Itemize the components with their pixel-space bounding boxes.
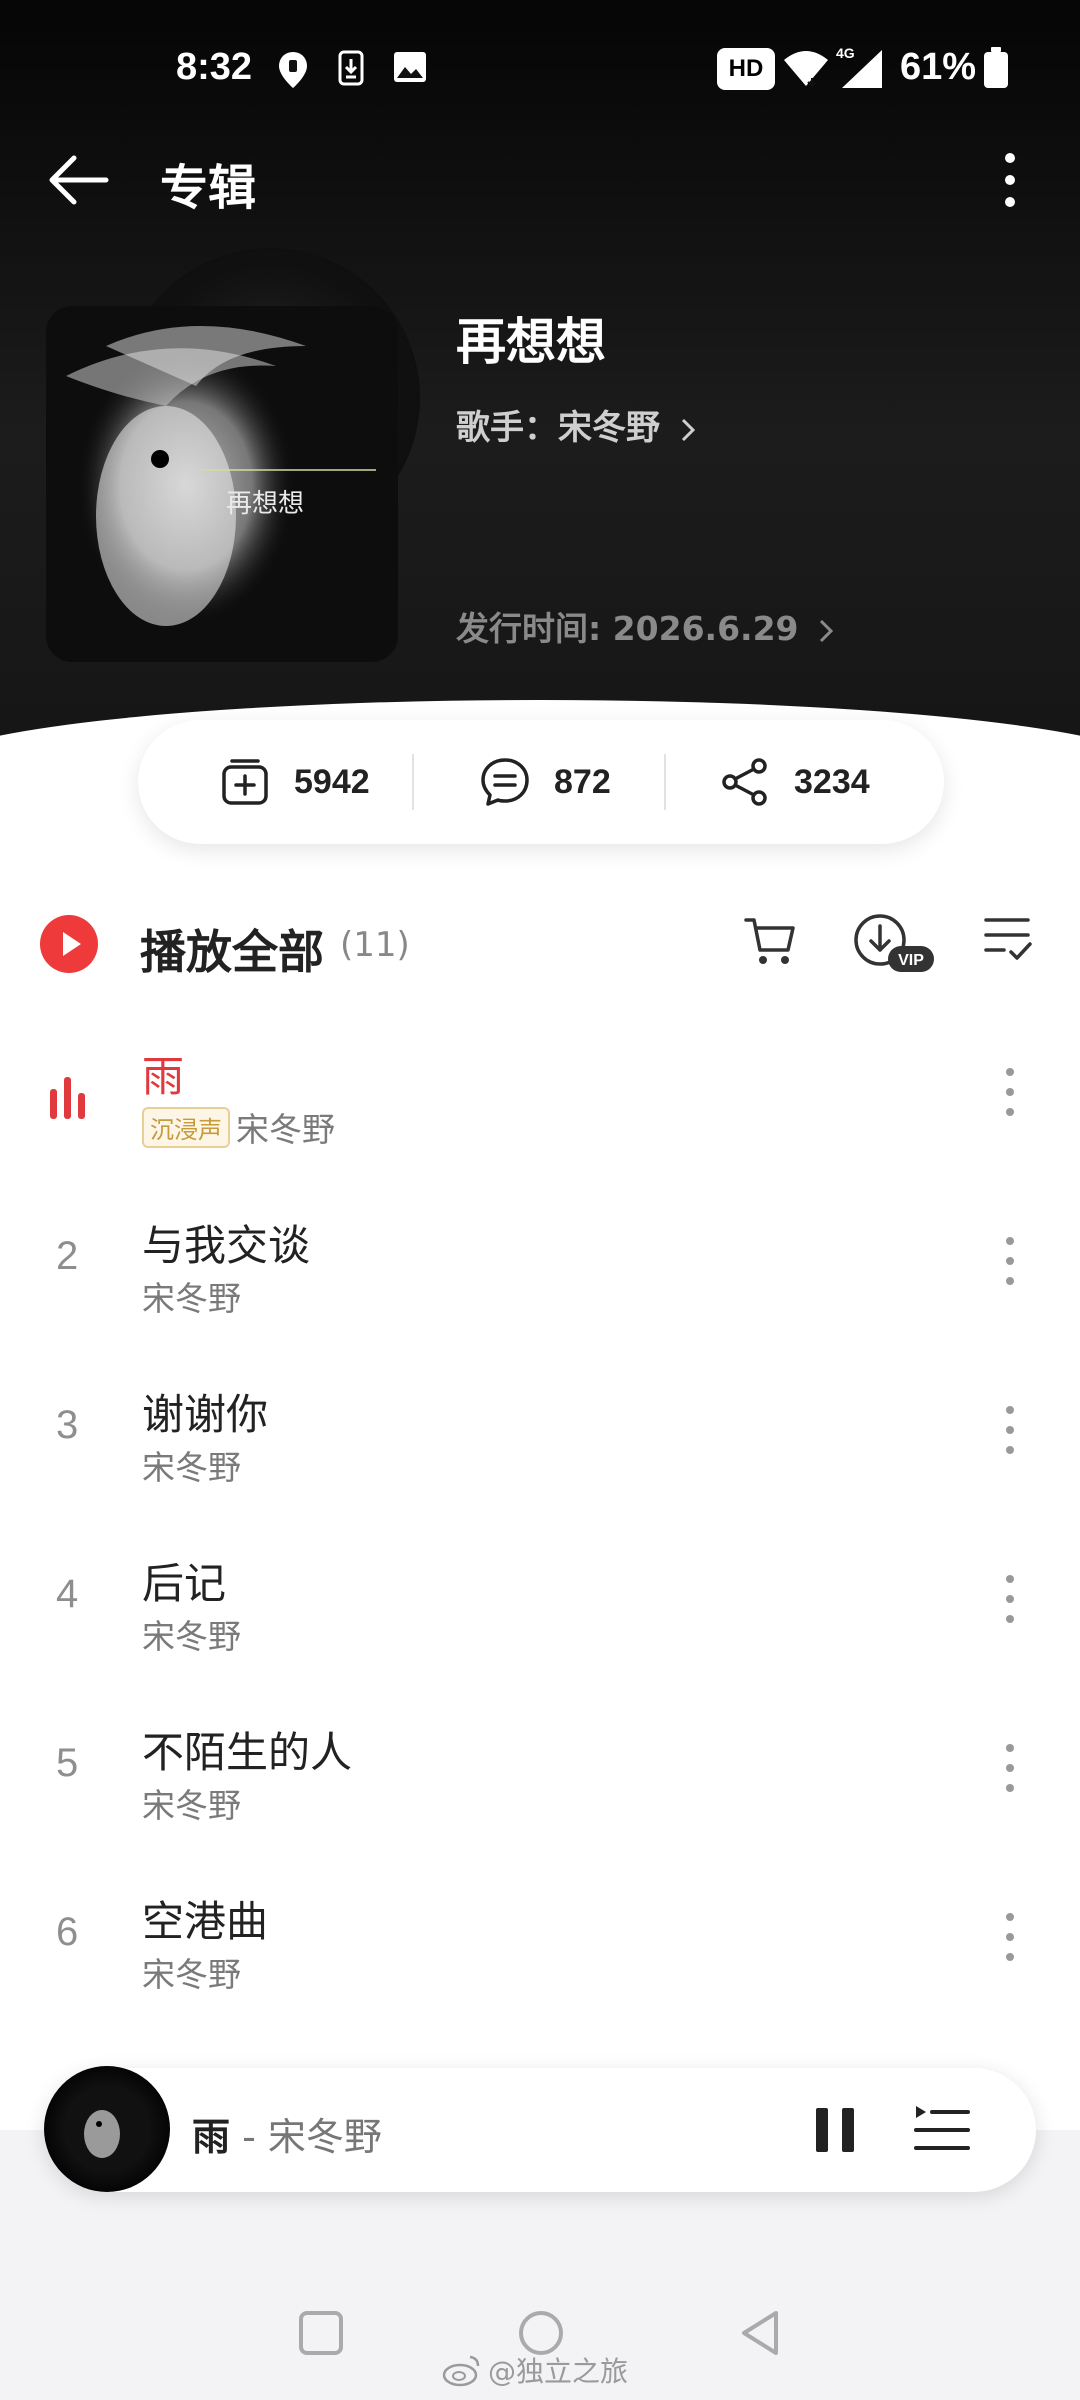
mini-player-album-art[interactable] bbox=[44, 2066, 170, 2192]
comment-count: 872 bbox=[554, 762, 611, 801]
album-stats-bar: 5942 872 3234 bbox=[138, 720, 944, 844]
hd-badge: HD bbox=[717, 48, 775, 90]
track-number: 2 bbox=[56, 1234, 79, 1278]
artist-link[interactable]: 歌手：宋冬野 bbox=[456, 400, 698, 449]
page-title: 专辑 bbox=[160, 160, 257, 216]
comments-button[interactable]: 872 bbox=[478, 720, 611, 844]
track-row[interactable]: 5 不陌生的人 宋冬野 bbox=[0, 1691, 1080, 1861]
album-cover[interactable]: 再想想 bbox=[46, 306, 398, 662]
cellular-signal-icon: 4G bbox=[836, 45, 882, 88]
track-subtitle: 宋冬野 bbox=[142, 1441, 241, 1489]
track-more-icon[interactable] bbox=[990, 1733, 1030, 1803]
track-number: 5 bbox=[56, 1741, 79, 1785]
back-nav-icon[interactable] bbox=[736, 2308, 784, 2358]
watermark: @独立之旅 bbox=[442, 2350, 628, 2390]
track-subtitle: 沉浸声 宋冬野 bbox=[142, 1103, 335, 1151]
track-title: 不陌生的人 bbox=[142, 1728, 353, 1777]
mini-player-separator: - bbox=[230, 2115, 268, 2159]
image-notification-icon bbox=[394, 52, 426, 82]
mini-player-track-info: 雨 - 宋冬野 bbox=[192, 2106, 382, 2161]
download-vip-icon[interactable]: VIP bbox=[852, 910, 938, 976]
divider bbox=[664, 754, 666, 810]
weibo-logo-icon bbox=[442, 2355, 480, 2387]
watermark-text: @独立之旅 bbox=[488, 2355, 629, 2388]
mini-player-song: 雨 bbox=[192, 2115, 231, 2159]
track-artist: 宋冬野 bbox=[142, 1786, 241, 1825]
track-artist: 宋冬野 bbox=[142, 1279, 241, 1318]
track-row[interactable]: 3 谢谢你 宋冬野 bbox=[0, 1353, 1080, 1523]
album-cover-text: 再想想 bbox=[226, 489, 304, 519]
track-number: 3 bbox=[56, 1403, 79, 1447]
track-row[interactable]: 2 与我交谈 宋冬野 bbox=[0, 1184, 1080, 1354]
release-date: 发行时间: 2026.6.29 bbox=[456, 609, 799, 648]
track-artist: 宋冬野 bbox=[142, 1617, 241, 1656]
play-icon bbox=[63, 932, 81, 956]
collect-button[interactable]: 5942 bbox=[218, 720, 370, 844]
track-subtitle: 宋冬野 bbox=[142, 1779, 241, 1827]
now-playing-bars-icon bbox=[50, 1077, 85, 1119]
wifi-icon bbox=[784, 51, 828, 88]
track-more-icon[interactable] bbox=[990, 1395, 1030, 1465]
play-all-row: 播放全部 (11) VIP bbox=[0, 880, 1080, 1010]
immersive-audio-badge: 沉浸声 bbox=[142, 1106, 230, 1148]
top-bar: 专辑 bbox=[0, 130, 1080, 226]
track-number: 6 bbox=[56, 1910, 79, 1954]
download-notification-icon bbox=[338, 50, 364, 86]
playlist-icon[interactable] bbox=[910, 2098, 974, 2162]
track-artist: 宋冬野 bbox=[142, 1448, 241, 1487]
mini-player[interactable]: 雨 - 宋冬野 bbox=[44, 2066, 1036, 2192]
track-subtitle: 宋冬野 bbox=[142, 1610, 241, 1658]
share-button[interactable]: 3234 bbox=[718, 720, 870, 844]
chevron-right-icon bbox=[681, 418, 695, 441]
chevron-right-icon bbox=[819, 619, 834, 642]
battery-percent: 61% bbox=[900, 46, 977, 88]
track-number: 4 bbox=[56, 1572, 79, 1616]
track-artist: 宋冬野 bbox=[236, 1110, 335, 1149]
track-title: 空港曲 bbox=[142, 1897, 269, 1946]
track-title: 谢谢你 bbox=[142, 1390, 269, 1439]
track-count: (11) bbox=[340, 925, 410, 965]
track-row[interactable]: 雨 沉浸声 宋冬野 bbox=[0, 1015, 1080, 1185]
play-all-label[interactable]: 播放全部 bbox=[140, 916, 324, 982]
network-type-label: 4G bbox=[836, 45, 855, 61]
comment-icon bbox=[481, 758, 529, 806]
divider bbox=[412, 754, 414, 810]
recent-apps-icon[interactable] bbox=[298, 2310, 344, 2356]
more-options-icon[interactable] bbox=[985, 140, 1035, 220]
location-icon bbox=[279, 52, 307, 88]
share-count: 3234 bbox=[794, 762, 870, 801]
track-title: 雨 bbox=[142, 1052, 185, 1101]
track-more-icon[interactable] bbox=[990, 1564, 1030, 1634]
track-row[interactable]: 6 空港曲 宋冬野 bbox=[0, 1860, 1080, 2030]
album-cover-art: 再想想 bbox=[66, 326, 376, 626]
add-collection-icon bbox=[222, 759, 268, 805]
battery-icon bbox=[984, 47, 1008, 88]
shopping-cart-icon[interactable] bbox=[740, 910, 800, 970]
track-title: 后记 bbox=[142, 1559, 227, 1608]
track-more-icon[interactable] bbox=[990, 1226, 1030, 1296]
collect-count: 5942 bbox=[294, 762, 370, 801]
track-subtitle: 宋冬野 bbox=[142, 1272, 241, 1320]
play-all-button[interactable] bbox=[40, 915, 98, 973]
track-title: 与我交谈 bbox=[142, 1221, 311, 1270]
artist-label: 歌手：宋冬野 bbox=[456, 408, 660, 448]
track-subtitle: 宋冬野 bbox=[142, 1948, 241, 1996]
status-bar: 8:32 HD 4G 61% bbox=[0, 40, 1080, 104]
status-time: 8:32 bbox=[176, 46, 253, 88]
svg-text:VIP: VIP bbox=[898, 952, 924, 969]
track-row[interactable]: 4 后记 宋冬野 bbox=[0, 1522, 1080, 1692]
share-icon bbox=[722, 758, 767, 806]
mini-disc-art bbox=[67, 2089, 147, 2169]
multi-select-icon[interactable] bbox=[980, 910, 1036, 966]
track-more-icon[interactable] bbox=[990, 1057, 1030, 1127]
pause-icon[interactable] bbox=[804, 2098, 868, 2162]
track-more-icon[interactable] bbox=[990, 1902, 1030, 1972]
album-name: 再想想 bbox=[456, 313, 606, 371]
back-arrow-icon[interactable] bbox=[40, 140, 120, 220]
release-date-link[interactable]: 发行时间: 2026.6.29 bbox=[456, 602, 836, 650]
track-artist: 宋冬野 bbox=[142, 1955, 241, 1994]
mini-player-artist: 宋冬野 bbox=[267, 2115, 382, 2159]
